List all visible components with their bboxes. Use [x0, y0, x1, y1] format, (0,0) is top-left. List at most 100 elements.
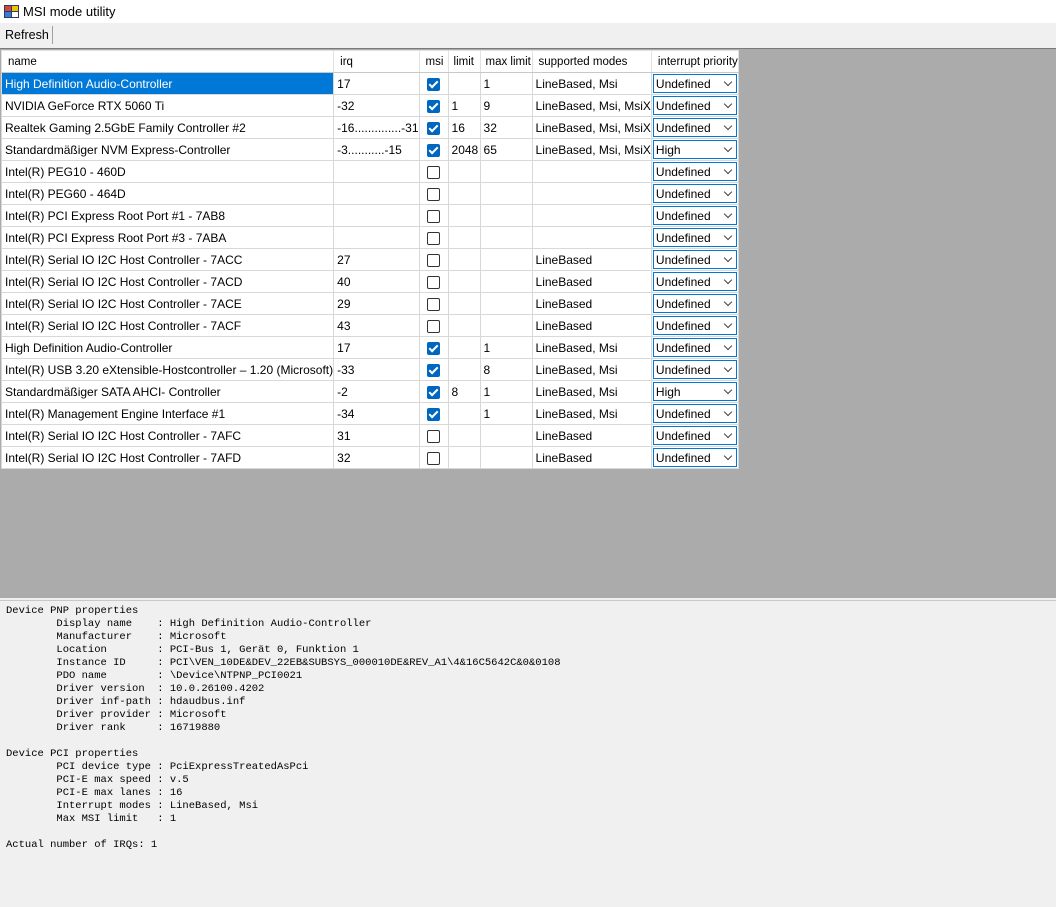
cell-name[interactable]: Intel(R) Serial IO I2C Host Controller -… [0, 424, 335, 447]
table-row[interactable]: Intel(R) Serial IO I2C Host Controller -… [0, 270, 739, 293]
cell-interrupt-priority[interactable]: High [650, 380, 739, 403]
cell-limit[interactable] [447, 402, 481, 425]
cell-limit[interactable] [447, 226, 481, 249]
cell-name[interactable]: Intel(R) Serial IO I2C Host Controller -… [0, 446, 335, 469]
cell-max-limit[interactable] [479, 424, 533, 447]
cell-supported-modes[interactable]: LineBased, Msi [531, 380, 652, 403]
table-row[interactable]: Intel(R) Serial IO I2C Host Controller -… [0, 292, 739, 315]
cell-max-limit[interactable]: 65 [479, 138, 533, 161]
table-row[interactable]: Intel(R) Serial IO I2C Host Controller -… [0, 446, 739, 469]
msi-checkbox[interactable] [427, 341, 441, 355]
cell-irq[interactable]: 31 [333, 424, 420, 447]
cell-irq[interactable]: 29 [333, 292, 420, 315]
cell-max-limit[interactable]: 9 [479, 94, 533, 117]
chevron-down-icon[interactable] [723, 297, 733, 307]
msi-checkbox[interactable] [427, 253, 441, 267]
cell-name[interactable]: Intel(R) PEG60 - 464D [0, 182, 335, 205]
cell-interrupt-priority[interactable]: Undefined [650, 182, 739, 205]
msi-checkbox[interactable] [427, 297, 441, 311]
cell-interrupt-priority[interactable]: Undefined [650, 248, 739, 271]
table-row[interactable]: Intel(R) PCI Express Root Port #1 - 7AB8… [0, 204, 739, 227]
msi-checkbox[interactable] [427, 209, 441, 223]
priority-dropdown[interactable]: Undefined [652, 294, 737, 313]
priority-dropdown[interactable]: Undefined [652, 250, 737, 269]
priority-dropdown[interactable]: Undefined [652, 426, 737, 445]
chevron-down-icon[interactable] [723, 275, 733, 285]
priority-dropdown[interactable]: Undefined [652, 404, 737, 423]
column-header-irq[interactable]: irq [333, 50, 420, 73]
cell-supported-modes[interactable]: LineBased [531, 446, 652, 469]
chevron-down-icon[interactable] [723, 385, 733, 395]
cell-supported-modes[interactable]: LineBased [531, 270, 652, 293]
cell-msi[interactable] [418, 204, 449, 227]
cell-msi[interactable] [418, 116, 449, 139]
cell-supported-modes[interactable] [531, 182, 652, 205]
cell-supported-modes[interactable]: LineBased, Msi [531, 402, 652, 425]
cell-irq[interactable]: 27 [333, 248, 420, 271]
cell-msi[interactable] [418, 72, 449, 95]
cell-limit[interactable]: 2048 [447, 138, 481, 161]
cell-supported-modes[interactable]: LineBased [531, 292, 652, 315]
cell-max-limit[interactable] [479, 314, 533, 337]
priority-dropdown[interactable]: High [652, 382, 737, 401]
table-row[interactable]: Intel(R) Serial IO I2C Host Controller -… [0, 248, 739, 271]
chevron-down-icon[interactable] [723, 165, 733, 175]
cell-max-limit[interactable] [479, 182, 533, 205]
cell-name[interactable]: Intel(R) Serial IO I2C Host Controller -… [0, 270, 335, 293]
msi-checkbox[interactable] [427, 451, 441, 465]
refresh-button[interactable]: Refresh [1, 25, 53, 45]
cell-interrupt-priority[interactable]: Undefined [650, 292, 739, 315]
cell-irq[interactable]: 43 [333, 314, 420, 337]
cell-interrupt-priority[interactable]: Undefined [650, 94, 739, 117]
table-row[interactable]: Intel(R) Serial IO I2C Host Controller -… [0, 424, 739, 447]
cell-limit[interactable] [447, 292, 481, 315]
msi-checkbox[interactable] [427, 231, 441, 245]
cell-max-limit[interactable]: 8 [479, 358, 533, 381]
table-row[interactable]: Intel(R) PEG60 - 464D Undefined [0, 182, 739, 205]
cell-msi[interactable] [418, 160, 449, 183]
column-header-name[interactable]: name [0, 50, 335, 73]
cell-name[interactable]: High Definition Audio-Controller [0, 336, 335, 359]
cell-name[interactable]: Intel(R) PCI Express Root Port #1 - 7AB8 [0, 204, 335, 227]
chevron-down-icon[interactable] [723, 429, 733, 439]
priority-dropdown[interactable]: Undefined [652, 272, 737, 291]
cell-interrupt-priority[interactable]: Undefined [650, 204, 739, 227]
table-row[interactable]: Intel(R) USB 3.20 eXtensible-Hostcontrol… [0, 358, 739, 381]
priority-dropdown[interactable]: Undefined [652, 96, 737, 115]
cell-name[interactable]: Standardmäßiger SATA AHCI- Controller [0, 380, 335, 403]
cell-irq[interactable]: 32 [333, 446, 420, 469]
cell-limit[interactable] [447, 72, 481, 95]
cell-msi[interactable] [418, 358, 449, 381]
device-details-panel[interactable]: Device PNP properties Display name : Hig… [0, 600, 1056, 907]
cell-limit[interactable]: 8 [447, 380, 481, 403]
cell-name[interactable]: NVIDIA GeForce RTX 5060 Ti [0, 94, 335, 117]
cell-name[interactable]: Intel(R) PEG10 - 460D [0, 160, 335, 183]
cell-limit[interactable] [447, 314, 481, 337]
cell-supported-modes[interactable]: LineBased, Msi, MsiX [531, 94, 652, 117]
cell-max-limit[interactable] [479, 226, 533, 249]
table-row[interactable]: Standardmäßiger SATA AHCI- Controller -2 8… [0, 380, 739, 403]
cell-msi[interactable] [418, 336, 449, 359]
priority-dropdown[interactable]: Undefined [652, 360, 737, 379]
cell-supported-modes[interactable]: LineBased [531, 314, 652, 337]
msi-checkbox[interactable] [427, 363, 441, 377]
priority-dropdown[interactable]: Undefined [652, 184, 737, 203]
cell-max-limit[interactable]: 1 [479, 380, 533, 403]
cell-interrupt-priority[interactable]: Undefined [650, 314, 739, 337]
cell-max-limit[interactable] [479, 446, 533, 469]
priority-dropdown[interactable]: Undefined [652, 118, 737, 137]
table-row[interactable]: High Definition Audio-Controller 17 1 LineB… [0, 336, 739, 359]
cell-irq[interactable] [333, 204, 420, 227]
cell-irq[interactable]: -33 [333, 358, 420, 381]
cell-limit[interactable] [447, 270, 481, 293]
msi-checkbox[interactable] [427, 275, 441, 289]
msi-checkbox[interactable] [427, 429, 441, 443]
table-row[interactable]: Standardmäßiger NVM Express-Controller -3… [0, 138, 739, 161]
column-header-max-limit[interactable]: max limit [479, 50, 533, 73]
cell-msi[interactable] [418, 314, 449, 337]
msi-checkbox[interactable] [427, 407, 441, 421]
cell-max-limit[interactable]: 1 [479, 336, 533, 359]
cell-interrupt-priority[interactable]: High [650, 138, 739, 161]
table-row[interactable]: Realtek Gaming 2.5GbE Family Controller … [0, 116, 739, 139]
cell-supported-modes[interactable]: LineBased, Msi [531, 336, 652, 359]
